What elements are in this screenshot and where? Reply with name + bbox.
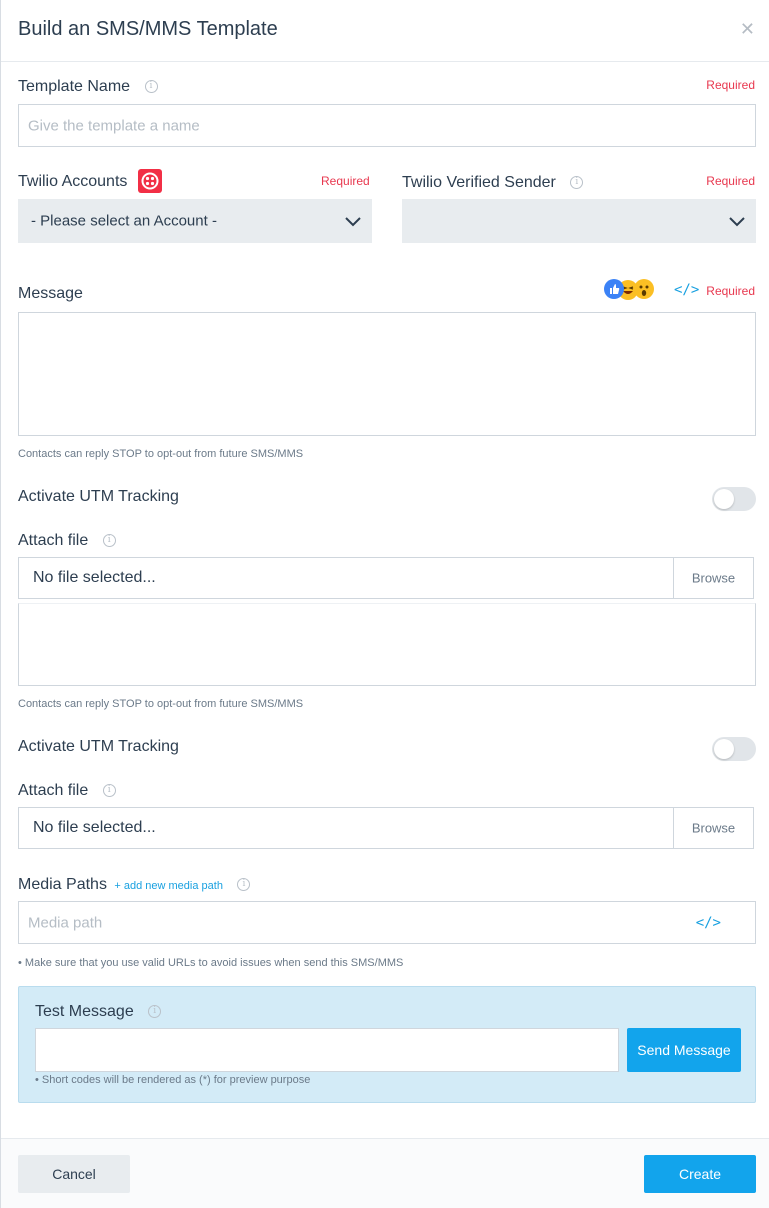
chevron-down-icon xyxy=(729,217,745,227)
message-required: Required xyxy=(706,284,755,298)
test-message-panel: Test Message i Send Message • Short code… xyxy=(18,986,756,1103)
toggle-knob xyxy=(714,489,734,509)
attach-file-field-2[interactable]: No file selected... Browse xyxy=(18,807,754,849)
utm-tracking-label: Activate UTM Tracking xyxy=(18,488,179,505)
sms-template-modal: Build an SMS/MMS Template ✕ Template Nam… xyxy=(0,0,769,1208)
utm-tracking-label-2: Activate UTM Tracking xyxy=(18,738,179,755)
info-icon[interactable]: i xyxy=(144,80,158,94)
message-hint-2: Contacts can reply STOP to opt-out from … xyxy=(18,698,304,710)
browse-button[interactable]: Browse xyxy=(673,558,753,598)
test-message-input[interactable] xyxy=(35,1028,619,1072)
info-icon[interactable]: i xyxy=(102,784,116,798)
media-path-input[interactable]: Media path </> xyxy=(18,901,756,944)
verified-sender-label-row: Twilio Verified Sender i xyxy=(402,174,584,192)
verified-sender-select[interactable] xyxy=(402,199,756,243)
attach-file-name-2: No file selected... xyxy=(33,819,156,836)
message-hint: Contacts can reply STOP to opt-out from … xyxy=(18,448,304,460)
media-paths-label: Media Paths xyxy=(18,876,107,893)
twilio-accounts-required: Required xyxy=(321,174,370,188)
toggle-knob xyxy=(714,739,734,759)
attach-file-label: Attach file xyxy=(18,532,89,549)
browse-button-2[interactable]: Browse xyxy=(673,808,753,848)
attach-file-label-2: Attach file xyxy=(18,782,89,799)
emoji-toolbar xyxy=(604,279,664,301)
verified-sender-label: Twilio Verified Sender xyxy=(402,174,556,191)
modal-title: Build an SMS/MMS Template xyxy=(18,18,278,40)
like-emoji-icon[interactable] xyxy=(604,279,624,299)
chevron-down-icon xyxy=(345,217,361,227)
message-label: Message xyxy=(18,285,83,302)
create-button[interactable]: Create xyxy=(644,1155,756,1193)
message-textarea-2[interactable] xyxy=(18,603,756,686)
add-media-path-link[interactable]: + add new media path xyxy=(114,880,223,892)
info-icon[interactable]: i xyxy=(148,1005,162,1019)
twilio-accounts-label-row: Twilio Accounts xyxy=(18,169,162,194)
attach-file-field[interactable]: No file selected... Browse xyxy=(18,557,754,599)
modal-footer: Cancel Create xyxy=(1,1138,769,1208)
modal-header: Build an SMS/MMS Template ✕ xyxy=(1,0,769,62)
code-icon[interactable]: </> xyxy=(674,282,699,298)
cancel-button[interactable]: Cancel xyxy=(18,1155,130,1193)
media-paths-label-row: Media Paths + add new media path i xyxy=(18,876,251,894)
close-icon[interactable]: ✕ xyxy=(740,20,755,38)
utm-tracking-toggle[interactable] xyxy=(712,487,756,511)
template-name-label-row: Template Name i xyxy=(18,78,158,96)
info-icon[interactable]: i xyxy=(102,534,116,548)
twilio-logo-icon xyxy=(137,169,162,193)
info-icon[interactable]: i xyxy=(570,176,584,190)
test-message-label-row: Test Message i xyxy=(35,1003,162,1021)
verified-sender-required: Required xyxy=(706,174,755,188)
twilio-accounts-label: Twilio Accounts xyxy=(18,173,128,191)
code-icon[interactable]: </> xyxy=(696,915,721,931)
twilio-account-selected: - Please select an Account - xyxy=(31,212,217,230)
test-message-label: Test Message xyxy=(35,1003,134,1020)
template-name-required: Required xyxy=(706,78,755,92)
template-name-input[interactable]: Give the template a name xyxy=(18,104,756,147)
media-path-placeholder: Media path xyxy=(28,914,103,931)
attach-file-label-row: Attach file i xyxy=(18,532,116,550)
info-icon[interactable]: i xyxy=(237,878,251,892)
twilio-account-select[interactable]: - Please select an Account - xyxy=(18,199,372,243)
media-paths-hint: • Make sure that you use valid URLs to a… xyxy=(18,957,404,969)
attach-file-name: No file selected... xyxy=(33,569,156,586)
message-textarea[interactable] xyxy=(18,312,756,436)
test-message-hint: • Short codes will be rendered as (*) fo… xyxy=(35,1074,311,1086)
utm-tracking-toggle-2[interactable] xyxy=(712,737,756,761)
template-name-label: Template Name xyxy=(18,78,131,95)
attach-file-label-row-2: Attach file i xyxy=(18,782,116,800)
send-message-button[interactable]: Send Message xyxy=(627,1028,741,1072)
template-name-placeholder: Give the template a name xyxy=(28,117,200,134)
